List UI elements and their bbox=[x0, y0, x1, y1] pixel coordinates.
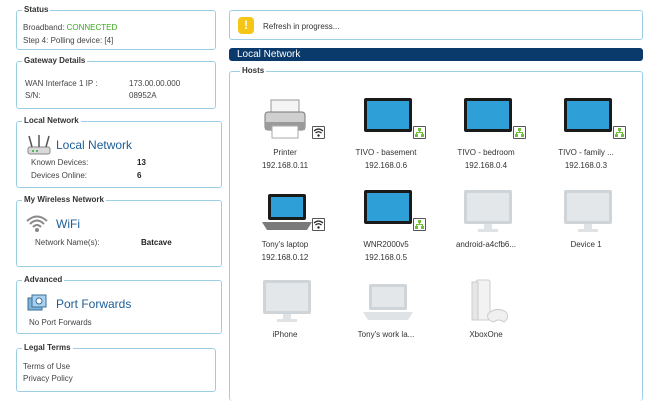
hosts-panel: Hosts Printer 192.168.0.11 TIVO - basemen… bbox=[229, 66, 643, 401]
wifi-badge-icon bbox=[312, 126, 325, 139]
connected-status: CONNECTED bbox=[66, 23, 118, 32]
host-tile[interactable]: TIVO - family ... 192.168.0.3 bbox=[541, 96, 631, 178]
local-network-title: Local Network bbox=[22, 116, 81, 126]
host-ip: 192.168.0.12 bbox=[261, 253, 309, 262]
host-name: Device 1 bbox=[570, 240, 602, 249]
host-tile[interactable]: iPhone bbox=[240, 278, 330, 360]
gateway-panel: Gateway Details WAN Interface 1 IP : 173… bbox=[16, 56, 216, 109]
host-tile[interactable]: android-a4cfb6... bbox=[441, 188, 531, 270]
laptop-icon bbox=[262, 194, 312, 230]
laptop-icon bbox=[363, 284, 413, 320]
terms-of-use-link[interactable]: Terms of Use bbox=[23, 362, 70, 371]
host-tile[interactable]: WNR2000v5 192.168.0.5 bbox=[341, 188, 431, 270]
port-forwards-icon bbox=[27, 294, 47, 311]
wireless-panel: My Wireless Network WiFi Network Name(s)… bbox=[16, 195, 222, 267]
host-name: XboxOne bbox=[469, 330, 503, 339]
port-forwards-link[interactable]: Port Forwards bbox=[56, 297, 131, 311]
host-name: Printer bbox=[273, 148, 297, 157]
host-tile[interactable]: TIVO - bedroom 192.168.0.4 bbox=[441, 96, 531, 178]
advanced-panel: Advanced Port Forwards No Port Forwards bbox=[16, 275, 222, 334]
host-tile[interactable]: Device 1 bbox=[541, 188, 631, 270]
host-ip: 192.168.0.11 bbox=[261, 161, 309, 170]
wifi-badge-icon bbox=[312, 218, 325, 231]
host-tile[interactable]: Printer 192.168.0.11 bbox=[240, 96, 330, 178]
host-name: Tony's work la... bbox=[357, 330, 415, 339]
hosts-title: Hosts bbox=[240, 66, 267, 76]
wired-badge-icon bbox=[413, 126, 426, 139]
status-panel: Status Broadband: CONNECTED Step 4: Poll… bbox=[16, 5, 216, 50]
section-title: Local Network bbox=[229, 48, 643, 61]
wan-label: WAN Interface 1 IP : bbox=[25, 79, 98, 88]
host-ip: 192.168.0.6 bbox=[364, 161, 408, 170]
local-network-link[interactable]: Local Network bbox=[56, 138, 132, 152]
host-name: TIVO - bedroom bbox=[457, 148, 515, 157]
gateway-title: Gateway Details bbox=[22, 56, 88, 66]
host-name: android-a4cfb6... bbox=[455, 240, 517, 249]
host-tile[interactable]: TIVO - basement 192.168.0.6 bbox=[341, 96, 431, 178]
refresh-notice: ! Refresh in progress... bbox=[229, 10, 643, 40]
wan-value: 173.00.00.000 bbox=[129, 79, 181, 88]
monitor-icon bbox=[564, 98, 612, 132]
network-name-value: Batcave bbox=[141, 238, 172, 247]
host-name: Tony's laptop bbox=[261, 240, 309, 249]
devices-online-value: 6 bbox=[137, 171, 142, 180]
wired-badge-icon bbox=[413, 218, 426, 231]
host-name: iPhone bbox=[272, 330, 298, 339]
port-forwards-note: No Port Forwards bbox=[29, 318, 92, 327]
refresh-text: Refresh in progress... bbox=[263, 22, 340, 31]
host-ip: 192.168.0.4 bbox=[464, 161, 508, 170]
warning-icon: ! bbox=[238, 17, 254, 34]
host-name: TIVO - family ... bbox=[558, 148, 614, 157]
wired-badge-icon bbox=[513, 126, 526, 139]
privacy-policy-link[interactable]: Privacy Policy bbox=[23, 374, 73, 383]
host-ip: 192.168.0.5 bbox=[364, 253, 408, 262]
status-title: Status bbox=[22, 5, 51, 15]
host-name: TIVO - basement bbox=[355, 148, 417, 157]
step-text: Step 4: Polling device: [4] bbox=[23, 36, 114, 45]
devices-online-label: Devices Online: bbox=[31, 171, 88, 180]
sn-label: S/N: bbox=[25, 91, 41, 100]
monitor-icon bbox=[464, 98, 512, 132]
known-devices-label: Known Devices: bbox=[31, 158, 89, 167]
monitor-icon bbox=[364, 98, 412, 132]
host-ip: 192.168.0.3 bbox=[564, 161, 608, 170]
printer-icon bbox=[264, 99, 306, 139]
local-network-panel: Local Network Local Network Known Device… bbox=[16, 116, 222, 188]
host-tile[interactable]: Tony's laptop 192.168.0.12 bbox=[240, 188, 330, 270]
network-name-label: Network Name(s): bbox=[35, 238, 100, 247]
host-tile[interactable]: Tony's work la... bbox=[341, 278, 431, 360]
router-icon bbox=[27, 135, 51, 155]
wifi-link[interactable]: WiFi bbox=[56, 217, 80, 231]
host-tile[interactable]: XboxOne bbox=[441, 278, 531, 360]
wireless-title: My Wireless Network bbox=[22, 195, 106, 205]
known-devices-value: 13 bbox=[137, 158, 146, 167]
legal-title: Legal Terms bbox=[22, 343, 73, 353]
monitor-icon bbox=[464, 190, 512, 232]
monitor-icon bbox=[564, 190, 612, 232]
monitor-icon bbox=[364, 190, 412, 224]
console-icon bbox=[471, 279, 509, 323]
broadband-status: Broadband: CONNECTED bbox=[23, 23, 118, 32]
legal-panel: Legal Terms Terms of Use Privacy Policy bbox=[16, 343, 216, 392]
wired-badge-icon bbox=[613, 126, 626, 139]
host-name: WNR2000v5 bbox=[363, 240, 409, 249]
advanced-title: Advanced bbox=[22, 275, 65, 285]
sn-value: 08952A bbox=[129, 91, 157, 100]
wifi-icon bbox=[26, 215, 48, 232]
monitor-icon bbox=[263, 280, 311, 322]
